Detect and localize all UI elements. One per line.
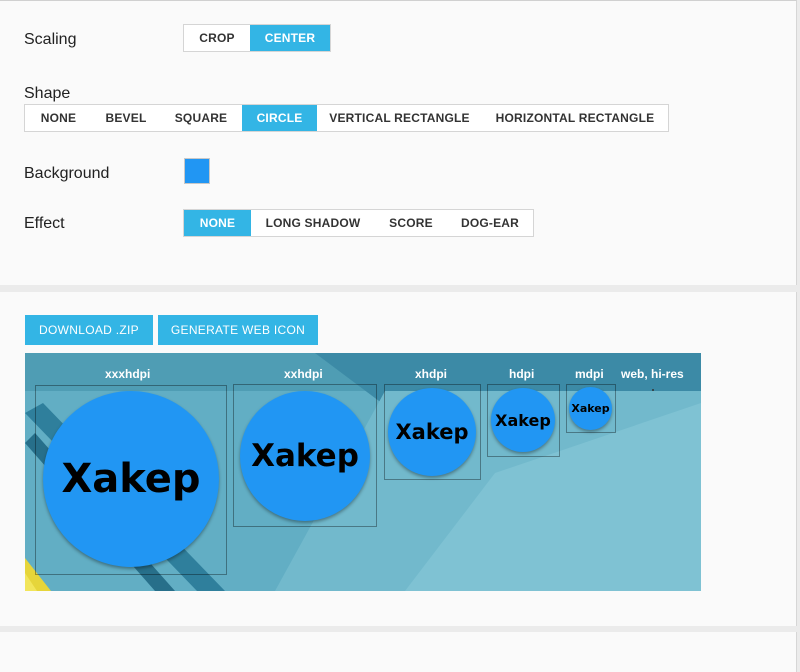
icon-xhdpi: Xakep xyxy=(388,388,476,476)
scaling-option-crop[interactable]: CROP xyxy=(184,25,250,51)
scaling-label: Scaling xyxy=(24,31,77,48)
shape-option-vertical-rectangle[interactable]: VERTICAL RECTANGLE xyxy=(317,105,482,131)
options-card: Scaling CROP CENTER Shape NONE BEVEL SQU… xyxy=(0,0,797,285)
icon-hdpi: Xakep xyxy=(491,388,555,452)
shape-selector: NONE BEVEL SQUARE CIRCLE VERTICAL RECTAN… xyxy=(24,104,669,132)
icon-xxxhdpi: Xakep xyxy=(43,391,219,567)
shape-option-horizontal-rectangle[interactable]: HORIZONTAL RECTANGLE xyxy=(482,105,668,131)
effect-option-dog-ear[interactable]: DOG-EAR xyxy=(447,210,533,236)
effect-option-long-shadow[interactable]: LONG SHADOW xyxy=(251,210,375,236)
effect-option-none[interactable]: NONE xyxy=(184,210,251,236)
icon-mdpi: Xakep xyxy=(569,387,612,430)
shape-option-none[interactable]: NONE xyxy=(25,105,92,131)
shape-option-square[interactable]: SQUARE xyxy=(160,105,242,131)
download-zip-button[interactable]: DOWNLOAD .ZIP xyxy=(25,315,153,345)
density-label-xxxhdpi: xxxhdpi xyxy=(105,367,151,381)
density-label-mdpi: mdpi xyxy=(575,367,604,381)
density-label-web-hi-res: web, hi-res xyxy=(621,367,684,381)
shape-label: Shape xyxy=(24,85,71,102)
density-label-xhdpi: xhdpi xyxy=(415,367,447,381)
effect-selector: NONE LONG SHADOW SCORE DOG-EAR xyxy=(183,209,534,237)
scaling-option-center[interactable]: CENTER xyxy=(250,25,330,51)
generate-web-icon-button[interactable]: GENERATE WEB ICON xyxy=(158,315,318,345)
shape-option-bevel[interactable]: BEVEL xyxy=(92,105,160,131)
density-label-xxhdpi: xxhdpi xyxy=(284,367,323,381)
icon-preview-area: xxxhdpi xxhdpi xhdpi hdpi mdpi web, hi-r… xyxy=(25,353,701,591)
effect-option-score[interactable]: SCORE xyxy=(375,210,447,236)
effect-label: Effect xyxy=(24,215,65,232)
icon-web-hi-res-placeholder xyxy=(652,389,654,391)
background-label: Background xyxy=(24,165,110,182)
density-label-hdpi: hdpi xyxy=(509,367,535,381)
next-card xyxy=(0,632,797,672)
background-color-swatch[interactable] xyxy=(184,158,210,184)
shape-option-circle[interactable]: CIRCLE xyxy=(242,105,317,131)
scaling-selector: CROP CENTER xyxy=(183,24,331,52)
icon-xxhdpi: Xakep xyxy=(240,391,370,521)
